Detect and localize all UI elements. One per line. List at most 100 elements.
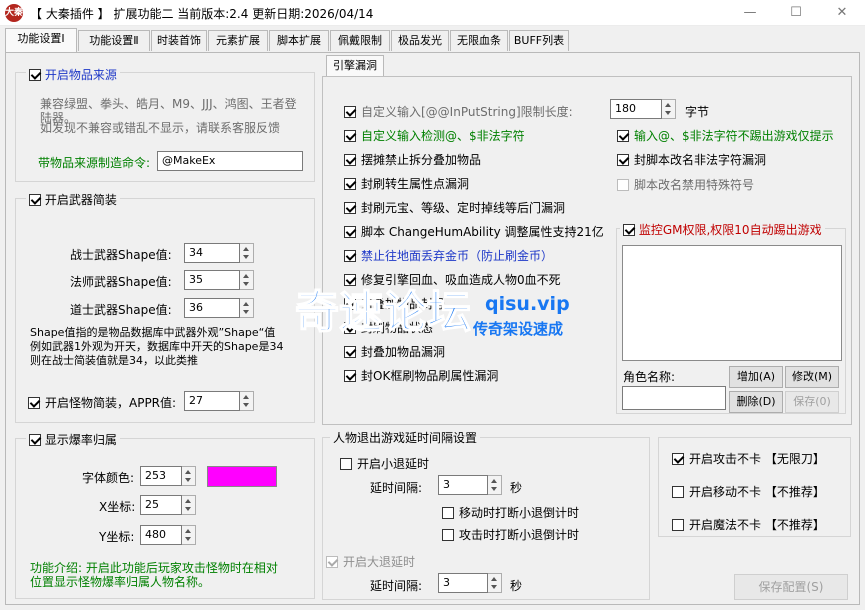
close-button[interactable]: ✕	[819, 0, 865, 26]
window-title: 【 大秦插件 】 扩展功能二 当前版本:2.4 更新日期:2026/04/14	[30, 7, 374, 21]
engine-exploit-label: 禁止往地面丢弃金币（防止刷金币）	[361, 249, 554, 263]
title-bar: 大秦 【 大秦插件 】 扩展功能二 当前版本:2.4 更新日期:2026/04/…	[0, 0, 865, 26]
small-exit-delay-label: 开启小退延时	[357, 457, 430, 471]
small-delay-input[interactable]: 3	[438, 475, 488, 495]
warrior-shape-spinner[interactable]	[240, 243, 254, 263]
taoist-shape-input[interactable]: 36	[184, 298, 240, 318]
mage-shape-input[interactable]: 35	[184, 270, 240, 290]
checkbox-icon	[28, 397, 40, 409]
save-config-button[interactable]: 保存配置(S)	[734, 574, 848, 600]
small-delay-spinner[interactable]	[488, 475, 502, 495]
tab-engine-exploits[interactable]: 引擎漏洞	[326, 55, 384, 76]
engine-exploit-label: 封叠加物品封号	[361, 297, 446, 311]
maximize-button[interactable]: ☐	[773, 0, 819, 26]
magic-no-lag-checkbox[interactable]: 开启魔法不卡 【不推荐】	[672, 516, 825, 533]
input-length-unit: 字节	[685, 105, 710, 119]
tab-item-glow[interactable]: 极品发光	[391, 30, 449, 51]
move-interrupt-checkbox[interactable]: 移动时打断小退倒计时	[442, 504, 579, 521]
engine-exploit-label: 自定义输入检测@、$非法字符	[361, 129, 525, 143]
tab-wear-limit[interactable]: 佩戴限制	[330, 30, 390, 51]
magic-no-lag-label: 开启魔法不卡 【不推荐】	[689, 518, 825, 532]
checkbox-icon	[340, 458, 352, 470]
monster-appr-input[interactable]: 27	[184, 391, 240, 411]
big-delay-input[interactable]: 3	[438, 573, 488, 593]
mage-shape-spinner[interactable]	[240, 270, 254, 290]
monster-skin-checkbox[interactable]: 开启怪物简装，APPR值:	[28, 394, 176, 411]
engine-exploit-checkbox[interactable]: 封叠加物品漏洞	[344, 343, 445, 360]
add-gm-button[interactable]: 增加(A)	[729, 366, 783, 388]
small-exit-delay-checkbox[interactable]: 开启小退延时	[340, 455, 429, 472]
engine-exploit-checkbox[interactable]: 摆摊禁止拆分叠加物品	[344, 151, 481, 168]
warrior-shape-input[interactable]: 34	[184, 243, 240, 263]
big-delay-label: 延时间隔:	[370, 579, 423, 593]
small-delay-label: 延时间隔:	[370, 481, 423, 495]
monster-appr-spinner[interactable]	[240, 391, 254, 411]
warrior-shape-label: 战士武器Shape值:	[70, 248, 172, 262]
font-color-spinner[interactable]	[182, 466, 196, 486]
item-source-title: 开启物品来源	[44, 68, 117, 82]
engine-exploit-checkbox[interactable]: 禁止往地面丢弃金币（防止刷金币）	[344, 247, 553, 264]
tab-element-extension[interactable]: 元素扩展	[208, 30, 268, 51]
move-no-lag-checkbox[interactable]: 开启移动不卡 【不推荐】	[672, 483, 825, 500]
role-name-label: 角色名称:	[623, 370, 676, 384]
minimize-button[interactable]: —	[727, 0, 773, 26]
big-exit-delay-checkbox[interactable]: 开启大退延时	[326, 553, 415, 570]
weapon-skin-checkbox[interactable]: 开启武器简装	[26, 191, 120, 208]
engine-exploit-checkbox[interactable]: 封刷物品状态	[344, 319, 433, 336]
y-coord-spinner[interactable]	[182, 525, 196, 545]
y-coord-input[interactable]: 480	[140, 525, 182, 545]
input-length-input[interactable]: 180	[610, 99, 662, 119]
engine-exploit-checkbox[interactable]: 封叠加物品封号	[344, 295, 445, 312]
role-name-input[interactable]	[622, 386, 726, 410]
save-gm-button[interactable]: 保存(0)	[785, 391, 839, 413]
move-no-lag-label: 开启移动不卡 【不推荐】	[689, 485, 825, 499]
engine-exploit-checkbox[interactable]: 修复引擎回血、吸血造成人物0血不死	[344, 271, 561, 288]
make-command-input[interactable]: @MakeEx	[157, 151, 303, 171]
input-length-label: 自定义输入[@@InPutString]限制长度:	[361, 105, 573, 119]
engine-exploit-checkbox[interactable]: 脚本 ChangeHumAbility 调整属性支持21亿	[344, 223, 604, 240]
tab-buff-list[interactable]: BUFF列表	[509, 30, 569, 51]
taoist-shape-spinner[interactable]	[240, 298, 254, 318]
item-source-checkbox[interactable]: 开启物品来源	[26, 66, 120, 83]
big-exit-delay-label: 开启大退延时	[343, 555, 416, 569]
illegal-char-prompt-checkbox[interactable]: 输入@、$非法字符不踢出游戏仅提示	[617, 127, 834, 144]
delete-gm-button[interactable]: 删除(D)	[729, 391, 783, 413]
engine-exploit-checkbox[interactable]: 封刷元宝、等级、定时掉线等后门漏洞	[344, 199, 565, 216]
tab-script-extension[interactable]: 脚本扩展	[269, 30, 329, 51]
checkbox-icon	[617, 130, 629, 142]
engine-exploit-checkbox[interactable]: 封刷转生属性点漏洞	[344, 175, 469, 192]
attack-interrupt-checkbox[interactable]: 攻击时打断小退倒计时	[442, 526, 579, 543]
edit-gm-button[interactable]: 修改(M)	[785, 366, 839, 388]
gm-monitor-checkbox[interactable]: 监控GM权限,权限10自动踢出游戏	[620, 221, 825, 238]
checkbox-icon	[344, 226, 356, 238]
exit-delay-title: 人物退出游戏延时间隔设置	[330, 429, 481, 446]
big-delay-spinner[interactable]	[488, 573, 502, 593]
tab-infinite-hp-bar[interactable]: 无限血条	[450, 30, 508, 51]
tab-fashion-jewelry[interactable]: 时装首饰	[151, 30, 207, 51]
input-length-spinner[interactable]	[662, 99, 676, 119]
monster-skin-label: 开启怪物简装，APPR值:	[45, 396, 177, 410]
font-color-swatch	[207, 466, 277, 487]
x-coord-spinner[interactable]	[182, 495, 196, 515]
input-length-checkbox[interactable]: 自定义输入[@@InPutString]限制长度:	[344, 103, 573, 120]
engine-exploit-label: 封刷物品状态	[361, 321, 434, 335]
checkbox-icon	[344, 202, 356, 214]
rename-symbol-checkbox[interactable]: 脚本改名禁用特殊符号	[617, 176, 754, 193]
tab-function-settings-2[interactable]: 功能设置Ⅱ	[78, 30, 150, 51]
engine-exploit-label: 封刷元宝、等级、定时掉线等后门漏洞	[361, 201, 566, 215]
attack-no-lag-checkbox[interactable]: 开启攻击不卡 【无限刀】	[672, 450, 825, 467]
drop-owner-checkbox[interactable]: 显示爆率归属	[26, 431, 120, 448]
rename-exploit-checkbox[interactable]: 封脚本改名非法字符漏洞	[617, 151, 766, 168]
checkbox-icon	[344, 298, 356, 310]
checkbox-icon	[29, 434, 41, 446]
drop-owner-intro: 功能介绍: 开启此功能后玩家攻击怪物时在相对	[30, 561, 278, 575]
engine-exploit-checkbox[interactable]: 自定义输入检测@、$非法字符	[344, 127, 525, 144]
checkbox-icon	[344, 178, 356, 190]
checkbox-icon	[326, 556, 338, 568]
x-coord-input[interactable]: 25	[140, 495, 182, 515]
tab-function-settings-1[interactable]: 功能设置Ⅰ	[5, 28, 77, 52]
checkbox-icon	[344, 322, 356, 334]
font-color-input[interactable]: 253	[140, 466, 182, 486]
engine-exploit-checkbox[interactable]: 封OK框刷物品刷属性漏洞	[344, 367, 498, 384]
gm-name-listbox[interactable]	[622, 245, 842, 361]
